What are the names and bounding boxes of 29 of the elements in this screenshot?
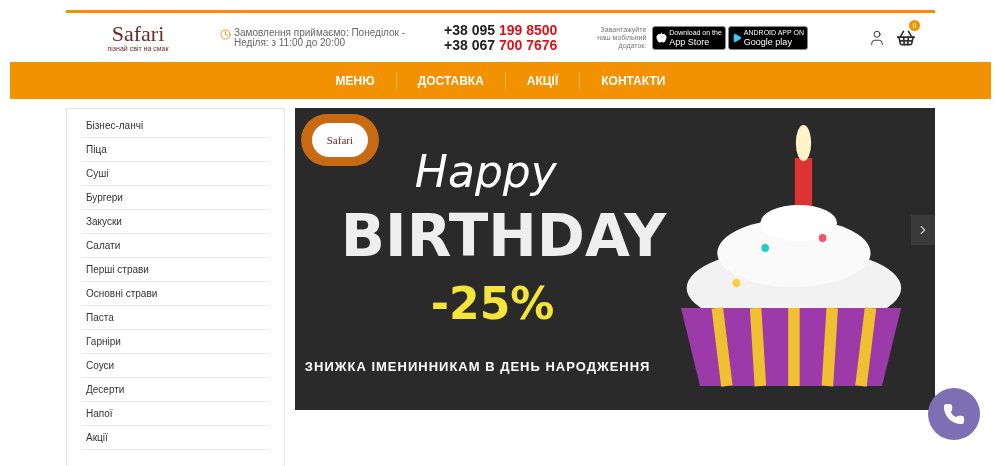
user-icon[interactable] xyxy=(868,28,886,47)
phone-link[interactable]: +38 095 199 8500 xyxy=(444,22,558,38)
play-icon xyxy=(731,32,742,43)
category-link[interactable]: Основні страви xyxy=(81,282,270,306)
phone-link[interactable]: +38 067 700 7676 xyxy=(444,37,558,53)
discount-text: -25% xyxy=(430,280,555,328)
apple-icon xyxy=(656,32,668,43)
banner-logo: Safari xyxy=(300,114,379,166)
basket-icon[interactable] xyxy=(896,27,916,48)
category-link[interactable]: Паста xyxy=(81,306,270,330)
banner-caption: ЗНИЖКА ІМЕНИННИКАМ В ДЕНЬ НАРОДЖЕННЯ xyxy=(304,358,652,376)
category-link[interactable]: Гарніри xyxy=(81,330,270,354)
category-link[interactable]: Соуси xyxy=(81,354,270,378)
category-link[interactable]: Десерти xyxy=(81,378,270,402)
category-link[interactable]: Напої xyxy=(81,402,270,426)
category-link[interactable]: Акції xyxy=(81,426,270,450)
banner-heading: Happy xyxy=(414,148,557,196)
category-link[interactable]: Піца xyxy=(81,138,270,162)
order-hours-text: Замовлення приймаємо: Понеділок - Неділя: з 11:00 до 20:00 xyxy=(234,27,407,48)
banner-heading: BIRTHDAY xyxy=(340,204,667,268)
category-link[interactable]: Бургери xyxy=(81,186,270,210)
category-link[interactable]: Закуски xyxy=(81,210,270,234)
clock-icon xyxy=(220,28,231,40)
category-link[interactable]: Бізнес-ланчі xyxy=(81,114,270,138)
phone-icon xyxy=(943,403,965,425)
category-link[interactable]: Салати xyxy=(81,234,270,258)
call-button[interactable] xyxy=(928,388,980,440)
category-link[interactable]: Суші xyxy=(81,162,270,186)
category-link[interactable]: Перші страви xyxy=(81,258,270,282)
